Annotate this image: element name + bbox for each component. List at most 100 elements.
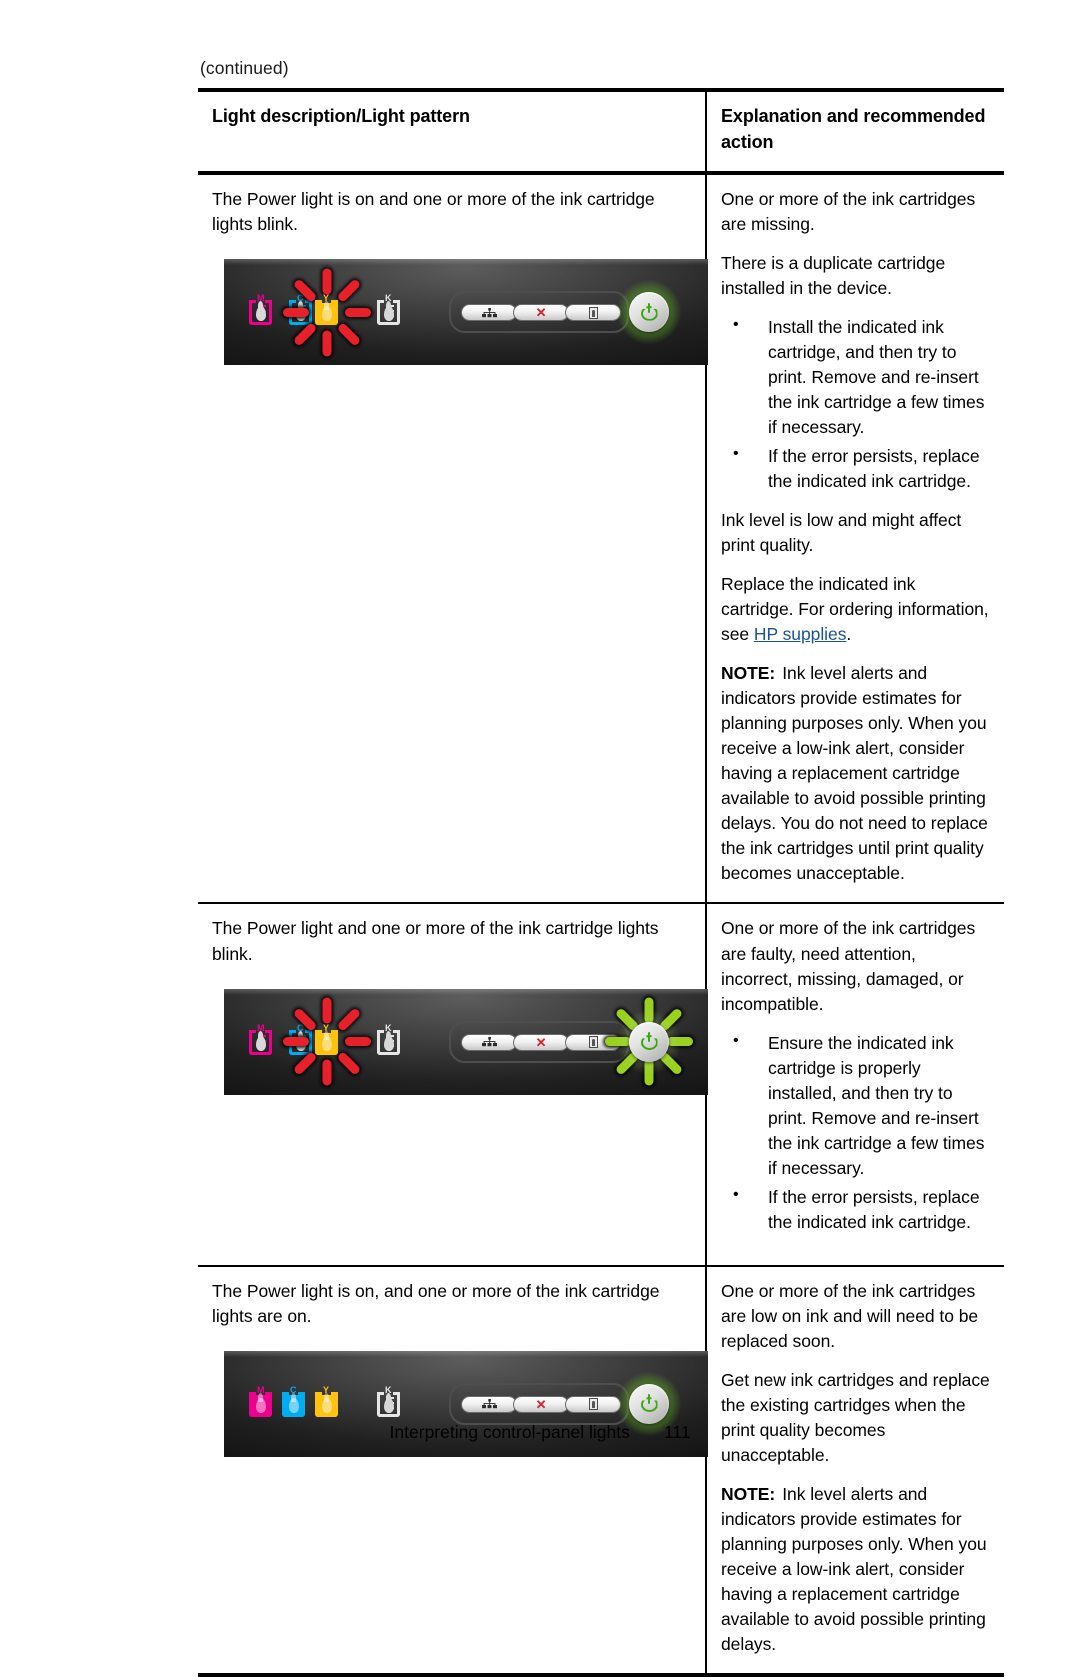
cartridge-cup-black: [377, 300, 400, 326]
note-label: NOTE:: [721, 663, 776, 684]
x-icon: ✕: [535, 305, 547, 321]
row-2-description-text: The Power light and one or more of the i…: [212, 918, 659, 964]
cartridge-cup-yellow: [315, 1029, 338, 1055]
cartridge-drop-cyan: [288, 1392, 299, 1413]
row-3-explanation-cell: One or more of the ink cartridges are lo…: [706, 1265, 1004, 1677]
cartridge-drop-black: [383, 301, 394, 322]
footer-title: Interpreting control-panel lights: [389, 1422, 630, 1442]
power-button[interactable]: [617, 1009, 681, 1074]
network-button[interactable]: [461, 1395, 517, 1413]
cartridge-cup-yellow: [315, 1391, 338, 1417]
row-1-control-panel-image: M C Y K ✕: [224, 259, 708, 366]
cartridge-icon-black: K: [374, 1385, 404, 1421]
cartridge-drop-magenta: [255, 1392, 266, 1413]
header-light-description: Light description/Light pattern: [198, 87, 707, 176]
cartridge-cup-yellow: [315, 300, 338, 326]
cancel-button[interactable]: ✕: [513, 1395, 569, 1413]
page-icon: [588, 306, 598, 319]
power-icon: [640, 1032, 658, 1051]
cartridge-icon-yellow: Y: [312, 1385, 342, 1421]
table-row: The Power light and one or more of the i…: [198, 903, 1004, 1267]
power-button[interactable]: [617, 1371, 681, 1436]
x-icon: ✕: [535, 1396, 547, 1412]
power-icon: [640, 1394, 658, 1413]
row-2-explanation-cell: One or more of the ink cartridges are fa…: [706, 903, 1004, 1267]
table-header-row: Light description/Light pattern Explanat…: [198, 87, 1004, 176]
page-footer: Interpreting control-panel lights 111: [0, 1422, 1080, 1443]
row-3-para-2: Get new ink cartridges and replace the e…: [721, 1369, 990, 1465]
document-page: (continued) Light description/Light patt…: [0, 0, 1080, 1677]
cartridge-icon-magenta: M: [246, 1385, 276, 1421]
header-explanation: Explanation and recommended action: [706, 87, 1004, 176]
row-3-description-cell: The Power light is on, and one or more o…: [198, 1265, 708, 1677]
hp-supplies-link[interactable]: HP supplies: [754, 624, 847, 644]
note-label: NOTE:: [721, 1483, 776, 1504]
resume-button[interactable]: [565, 1395, 621, 1413]
list-item: If the error persists, replace the indic…: [721, 443, 990, 494]
row-1-replace-para: Replace the indicated ink cartridge. For…: [721, 572, 990, 647]
power-icon: [640, 302, 658, 321]
cartridge-cup-magenta: [249, 1391, 272, 1417]
cancel-button[interactable]: ✕: [513, 304, 569, 322]
cartridge-icon-cyan: C: [279, 1385, 309, 1421]
row-1-bullet-list: Install the indicated ink cartridge, and…: [721, 314, 990, 494]
row-1-para-2: There is a duplicate cartridge installed…: [721, 253, 946, 299]
cartridge-icon-magenta: M: [246, 294, 276, 329]
button-cluster: ✕: [449, 291, 629, 334]
cartridge-cup-black: [377, 1391, 400, 1417]
row-1-explanation-cell: One or more of the ink cartridges are mi…: [706, 173, 1004, 905]
list-item: If the error persists, replace the indic…: [721, 1184, 990, 1235]
button-cluster: ✕: [449, 1020, 629, 1063]
row-1-para-3: Ink level is low and might affect print …: [721, 510, 962, 556]
cartridge-icon-yellow: Y: [312, 294, 342, 329]
cartridge-drop-yellow: [321, 1392, 332, 1413]
table-row: The Power light is on, and one or more o…: [198, 1265, 1004, 1677]
cartridge-icon-yellow: Y: [312, 1023, 342, 1059]
cartridge-cup-black: [377, 1029, 400, 1055]
row-2-bullet-list: Ensure the indicated ink cartridge is pr…: [721, 1030, 990, 1235]
row-1-para-1: One or more of the ink cartridges are mi…: [721, 189, 976, 235]
cartridge-drop-magenta: [255, 1030, 266, 1051]
list-item: Install the indicated ink cartridge, and…: [721, 314, 990, 440]
network-button[interactable]: [461, 304, 517, 322]
row-1-description-cell: The Power light is on and one or more of…: [198, 173, 708, 905]
cartridge-cup-magenta: [249, 1029, 272, 1055]
cartridge-cup-magenta: [249, 300, 272, 326]
cartridge-cup-cyan: [282, 1391, 305, 1417]
row-2-para-1: One or more of the ink cartridges are fa…: [721, 918, 976, 1014]
cartridge-icon-black: K: [374, 1023, 404, 1059]
cartridge-drop-black: [383, 1030, 394, 1051]
power-ring: [629, 1383, 669, 1424]
continued-label: (continued): [200, 58, 289, 78]
control-panel-graphic: M C Y K ✕: [224, 988, 708, 1095]
row-1-description-text: The Power light is on and one or more of…: [212, 189, 655, 235]
list-item: Ensure the indicated ink cartridge is pr…: [721, 1030, 990, 1181]
cancel-button[interactable]: ✕: [513, 1033, 569, 1051]
row-3-description-text: The Power light is on, and one or more o…: [212, 1280, 660, 1326]
row-3-note-para: NOTE: Ink level alerts and indicators pro…: [721, 1482, 990, 1657]
power-ring: [629, 292, 669, 333]
cartridge-icon-magenta: M: [246, 1023, 276, 1059]
note-text: Ink level alerts and indicators provide …: [721, 1483, 987, 1654]
row-1-replace-text-after: .: [846, 624, 852, 645]
resume-button[interactable]: [565, 304, 621, 322]
network-icon: [481, 1037, 497, 1047]
power-ring: [629, 1021, 669, 1062]
cartridge-drop-yellow: [321, 301, 332, 322]
row-3-para-1: One or more of the ink cartridges are lo…: [721, 1280, 979, 1351]
network-button[interactable]: [461, 1033, 517, 1051]
button-cluster: ✕: [449, 1382, 629, 1425]
row-1-note-para: NOTE: Ink level alerts and indicators pro…: [721, 661, 990, 886]
cartridge-drop-magenta: [255, 301, 266, 322]
control-panel-graphic: M C Y K ✕: [224, 259, 708, 366]
row-2-description-cell: The Power light and one or more of the i…: [198, 903, 708, 1267]
network-icon: [481, 1399, 497, 1409]
row-2-control-panel-image: M C Y K ✕: [224, 988, 708, 1095]
power-button[interactable]: [617, 280, 681, 345]
cartridge-icon-black: K: [374, 294, 404, 329]
page-icon: [588, 1036, 598, 1049]
footer-page-number: 111: [663, 1422, 691, 1442]
network-icon: [481, 307, 497, 318]
cartridge-drop-black: [383, 1392, 394, 1413]
note-text: Ink level alerts and indicators provide …: [721, 663, 988, 884]
